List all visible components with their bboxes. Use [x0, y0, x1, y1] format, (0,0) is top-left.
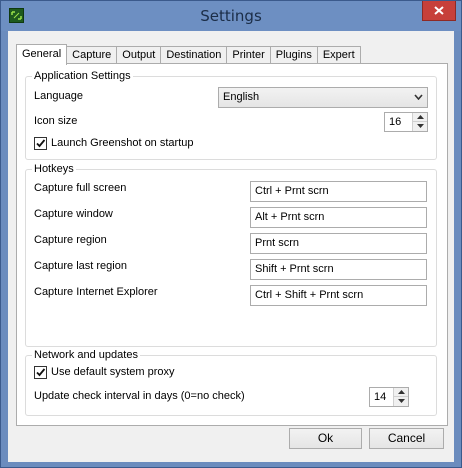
close-icon	[434, 6, 444, 15]
title-bar[interactable]: Settings	[1, 1, 461, 31]
tab-plugins[interactable]: Plugins	[269, 46, 318, 64]
general-tab-page: Application Settings Language English Ic…	[16, 63, 448, 426]
icon-size-value: 16	[389, 116, 402, 128]
update-interval-stepper[interactable]: 14	[369, 387, 409, 407]
chevron-down-icon	[414, 94, 423, 100]
hotkey-field-internet-explorer[interactable]: Ctrl + Shift + Prnt scrn	[250, 285, 427, 306]
launch-on-startup-label[interactable]: Launch Greenshot on startup	[51, 137, 193, 149]
hotkey-label-region: Capture region	[34, 234, 107, 246]
network-updates-group: Network and updates Use default system p…	[25, 349, 437, 416]
settings-window: Settings General Capture Output Destinat…	[0, 0, 462, 468]
application-settings-group: Application Settings Language English Ic…	[25, 70, 437, 160]
tab-printer[interactable]: Printer	[226, 46, 271, 64]
hotkey-field-window[interactable]: Alt + Prnt scrn	[250, 207, 427, 228]
checkmark-icon	[36, 139, 46, 148]
dialog-body: General Capture Output Destination Print…	[8, 31, 454, 462]
tab-expert[interactable]: Expert	[316, 46, 361, 64]
tab-capture[interactable]: Capture	[66, 46, 118, 64]
spin-down-icon[interactable]	[413, 122, 427, 131]
launch-on-startup-checkbox[interactable]	[34, 137, 47, 150]
hotkeys-legend: Hotkeys	[32, 163, 76, 175]
hotkeys-group: Hotkeys Capture full screen Ctrl + Prnt …	[25, 163, 437, 347]
hotkey-label-last-region: Capture last region	[34, 260, 127, 272]
language-value: English	[223, 91, 260, 103]
update-interval-value: 14	[374, 391, 387, 403]
hotkey-label-full-screen: Capture full screen	[34, 182, 127, 194]
hotkey-field-region[interactable]: Prnt scrn	[250, 233, 427, 254]
icon-size-stepper[interactable]: 16	[384, 112, 428, 132]
tab-destination[interactable]: Destination	[160, 46, 228, 64]
icon-size-label: Icon size	[34, 115, 78, 127]
hotkey-field-full-screen[interactable]: Ctrl + Prnt scrn	[250, 181, 427, 202]
hotkey-label-internet-explorer: Capture Internet Explorer	[34, 286, 158, 298]
tab-strip: General Capture Output Destination Print…	[16, 44, 361, 65]
ok-button[interactable]: Ok	[289, 428, 362, 449]
close-button[interactable]	[422, 1, 456, 21]
use-system-proxy-checkbox[interactable]	[34, 366, 47, 379]
network-updates-legend: Network and updates	[32, 349, 140, 361]
spin-down-icon[interactable]	[394, 397, 408, 406]
update-interval-spin-buttons	[393, 388, 408, 406]
cancel-button[interactable]: Cancel	[369, 428, 444, 449]
spin-up-icon[interactable]	[413, 113, 427, 122]
language-label: Language	[34, 90, 83, 102]
hotkey-label-window: Capture window	[34, 208, 113, 220]
application-settings-legend: Application Settings	[32, 70, 133, 82]
window-title: Settings	[200, 7, 262, 25]
use-system-proxy-label[interactable]: Use default system proxy	[51, 366, 175, 378]
tab-general[interactable]: General	[16, 44, 68, 65]
icon-size-spin-buttons	[412, 113, 427, 131]
tab-output[interactable]: Output	[116, 46, 162, 64]
hotkey-field-last-region[interactable]: Shift + Prnt scrn	[250, 259, 427, 280]
spin-up-icon[interactable]	[394, 388, 408, 397]
update-interval-label: Update check interval in days (0=no chec…	[34, 390, 245, 402]
language-dropdown[interactable]: English	[218, 87, 428, 108]
checkmark-icon	[36, 368, 46, 377]
